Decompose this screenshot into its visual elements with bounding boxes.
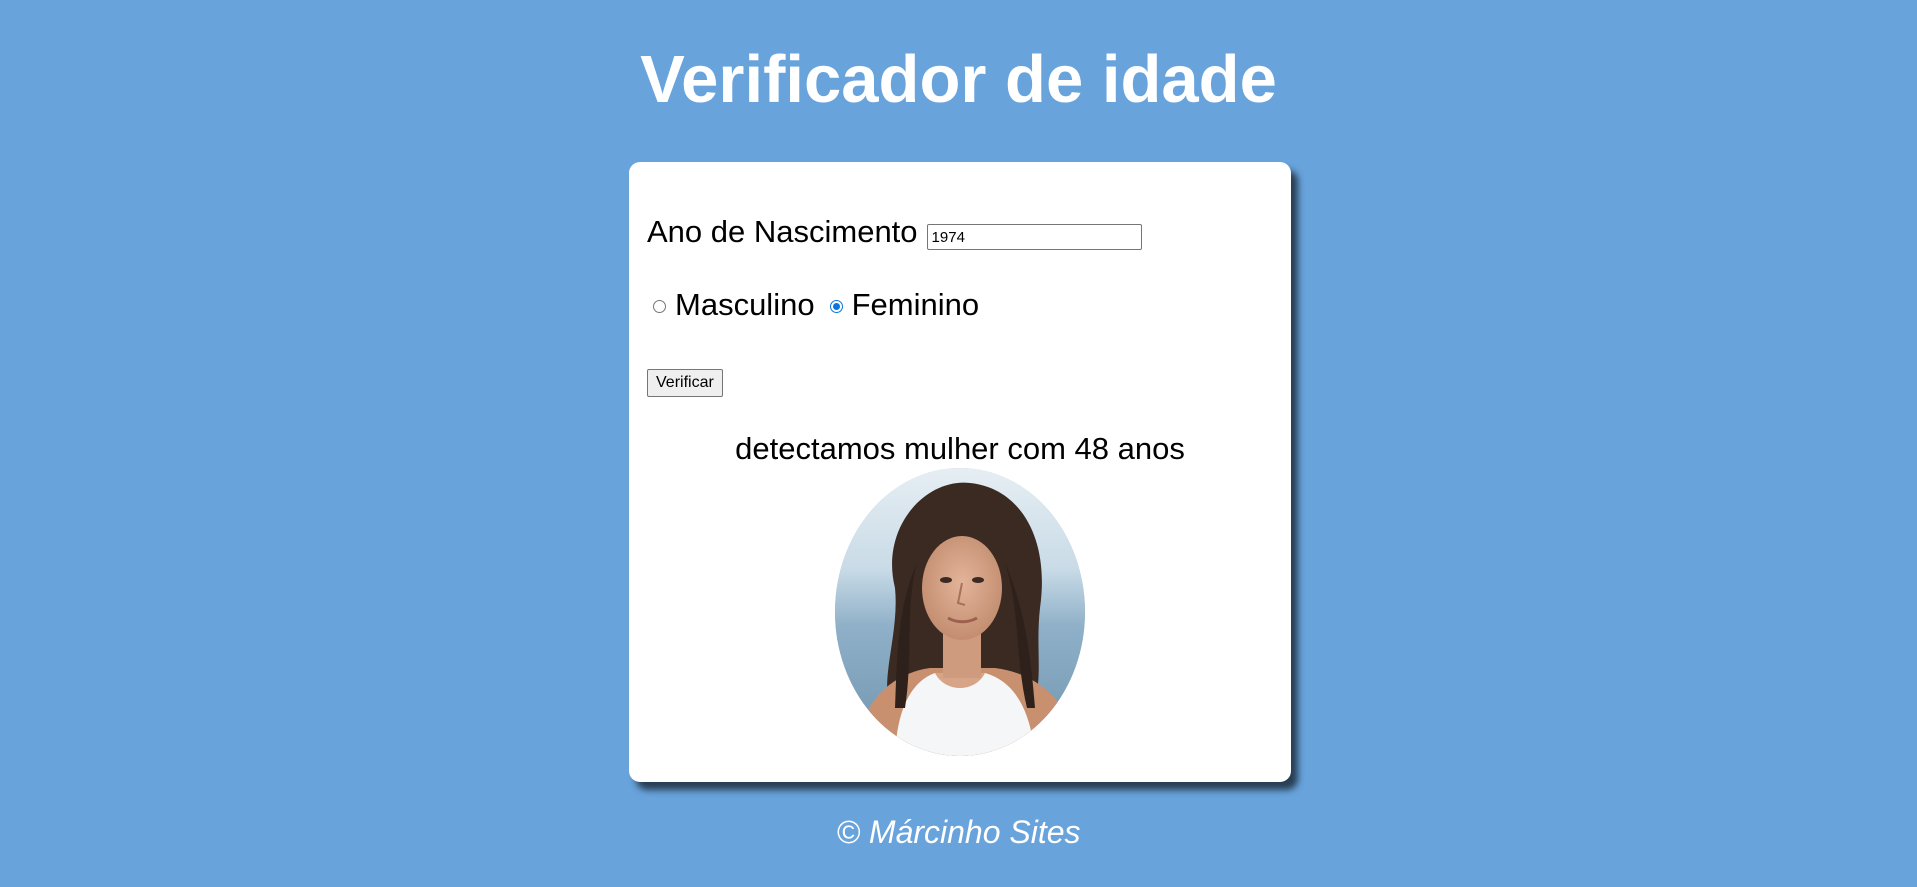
radio-masculino[interactable] <box>653 300 666 313</box>
sex-radio-group: Masculino Feminino <box>653 284 979 326</box>
birth-year-row: Ano de Nascimento <box>647 212 1142 252</box>
verify-button[interactable]: Verificar <box>647 369 723 397</box>
result-photo <box>835 468 1085 756</box>
birth-year-label: Ano de Nascimento <box>647 214 918 249</box>
birth-year-input[interactable] <box>926 224 1142 250</box>
woman-portrait-image <box>835 468 1085 756</box>
footer-credit: © Márcinho Sites <box>836 814 1081 850</box>
result-text: detectamos mulher com 48 anos <box>735 431 1185 466</box>
page-title: Verificador de idade <box>640 42 1277 117</box>
radio-feminino-label[interactable]: Feminino <box>852 287 980 323</box>
age-checker-card: Ano de Nascimento Masculino Feminino Ver… <box>629 162 1291 782</box>
radio-feminino[interactable] <box>829 300 843 313</box>
radio-masculino-label[interactable]: Masculino <box>675 287 815 323</box>
